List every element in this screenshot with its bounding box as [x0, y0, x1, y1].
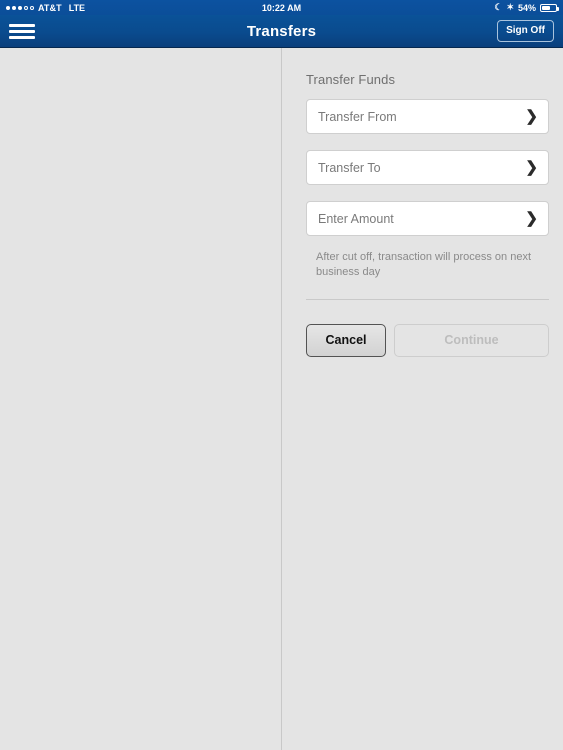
network-type-label: LTE	[68, 2, 86, 13]
cancel-button[interactable]: Cancel	[306, 323, 386, 357]
status-bar-left: AT&T LTE	[0, 3, 85, 13]
continue-button: Continue	[394, 323, 549, 357]
battery-percent-label: 54%	[517, 2, 536, 13]
chevron-right-icon: ❯	[525, 210, 538, 227]
app-root: AT&T LTE 10:22 AM ☾ ✶ 54% Transfers Sign…	[0, 0, 563, 750]
enter-amount-field[interactable]: Enter Amount ❯	[306, 201, 549, 236]
section-title: Transfer Funds	[306, 72, 396, 87]
sign-off-button[interactable]: Sign Off	[497, 20, 554, 42]
action-button-row: Cancel Continue	[306, 323, 549, 357]
battery-icon	[540, 3, 559, 12]
hamburger-menu-icon[interactable]	[9, 20, 35, 42]
section-divider	[306, 298, 549, 300]
transfer-to-field[interactable]: Transfer To ❯	[306, 150, 549, 185]
chevron-right-icon: ❯	[525, 159, 538, 176]
signal-strength-icon	[6, 5, 34, 10]
status-bar: AT&T LTE 10:22 AM ☾ ✶ 54%	[0, 0, 563, 15]
carrier-label: AT&T	[38, 2, 62, 13]
chevron-right-icon: ❯	[525, 108, 538, 125]
page-title: Transfers	[246, 22, 317, 40]
do-not-disturb-icon: ☾	[494, 2, 503, 12]
transfer-from-field[interactable]: Transfer From ❯	[306, 99, 549, 134]
transfer-to-label: Transfer To	[318, 160, 381, 175]
detail-pane: Transfer Funds Transfer From ❯ Transfer …	[283, 48, 563, 750]
navigation-bar: Transfers Sign Off	[0, 15, 563, 48]
cutoff-hint-text: After cut off, transaction will process …	[316, 251, 532, 279]
master-pane	[0, 48, 282, 750]
status-bar-right: ☾ ✶ 54%	[494, 3, 563, 13]
transfer-from-label: Transfer From	[318, 109, 397, 124]
enter-amount-label: Enter Amount	[318, 211, 394, 226]
bluetooth-icon: ✶	[506, 2, 514, 12]
